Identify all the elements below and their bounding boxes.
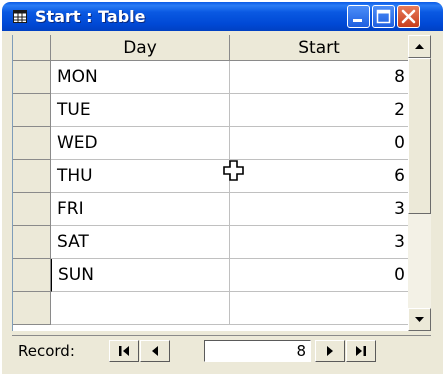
close-button[interactable] xyxy=(397,5,420,28)
maximize-button[interactable] xyxy=(372,5,395,28)
start-cell[interactable]: 0 xyxy=(230,127,408,160)
previous-record-button[interactable] xyxy=(140,340,170,362)
start-cell[interactable]: 2 xyxy=(230,94,408,127)
scroll-thumb[interactable] xyxy=(408,58,431,214)
row-selector[interactable] xyxy=(13,94,51,127)
table-row[interactable]: WED 0 xyxy=(13,127,408,160)
table-row[interactable]: SUN 0 xyxy=(13,259,408,292)
record-number-field[interactable]: 8 xyxy=(204,340,311,362)
start-cell[interactable] xyxy=(230,292,408,325)
table-row[interactable]: SAT 3 xyxy=(13,226,408,259)
arrow-down-icon xyxy=(415,317,424,322)
row-selector[interactable] xyxy=(13,226,51,259)
start-cell[interactable]: 3 xyxy=(230,226,408,259)
start-cell[interactable]: 6 xyxy=(230,160,408,193)
start-cell[interactable]: 3 xyxy=(230,193,408,226)
day-cell[interactable] xyxy=(51,292,230,325)
last-record-icon xyxy=(356,346,366,356)
crosshair-plus-icon xyxy=(223,160,244,181)
day-cell[interactable]: FRI xyxy=(51,193,230,226)
column-header-day[interactable]: Day xyxy=(51,35,230,61)
table-row[interactable]: FRI 3 xyxy=(13,193,408,226)
close-icon xyxy=(401,9,416,24)
row-selector[interactable] xyxy=(13,61,51,94)
day-cell[interactable]: WED xyxy=(51,127,230,160)
next-record-icon xyxy=(327,346,333,356)
table-window: Start : Table Day Start MON 8 TUE 2 WED … xyxy=(2,2,443,374)
minimize-button[interactable] xyxy=(347,5,370,28)
start-cell[interactable]: 8 xyxy=(230,61,408,94)
scroll-down-button[interactable] xyxy=(408,308,431,331)
minimize-icon xyxy=(353,19,362,22)
vertical-scrollbar[interactable] xyxy=(408,35,431,331)
day-cell[interactable]: MON xyxy=(51,61,230,94)
row-selector[interactable] xyxy=(13,127,51,160)
first-record-button[interactable] xyxy=(109,340,139,362)
record-navigation-bar: Record: 8 xyxy=(12,335,431,365)
table-icon xyxy=(13,10,27,23)
day-cell[interactable]: SAT xyxy=(51,226,230,259)
row-selector[interactable] xyxy=(13,193,51,226)
record-label: Record: xyxy=(18,342,75,360)
datasheet-grid[interactable]: Day Start MON 8 TUE 2 WED 0 THU 6 FRI 3 xyxy=(12,35,408,331)
maximize-icon xyxy=(376,9,391,24)
table-row[interactable]: TUE 2 xyxy=(13,94,408,127)
row-selector[interactable] xyxy=(13,160,51,193)
select-all-corner[interactable] xyxy=(13,35,51,61)
next-record-button[interactable] xyxy=(315,340,345,362)
first-record-icon xyxy=(119,346,129,356)
day-cell[interactable]: THU xyxy=(51,160,230,193)
previous-record-icon xyxy=(152,346,158,356)
window-title: Start : Table xyxy=(35,7,146,26)
last-record-button[interactable] xyxy=(346,340,376,362)
row-selector[interactable] xyxy=(13,292,51,325)
column-header-start[interactable]: Start xyxy=(230,35,408,61)
row-selector[interactable] xyxy=(13,259,51,292)
column-header-row: Day Start xyxy=(13,35,408,61)
title-bar[interactable]: Start : Table xyxy=(2,2,443,31)
day-cell[interactable]: TUE xyxy=(51,94,230,127)
table-row-new[interactable] xyxy=(13,292,408,325)
table-row[interactable]: MON 8 xyxy=(13,61,408,94)
table-row[interactable]: THU 6 xyxy=(13,160,408,193)
arrow-up-icon xyxy=(415,44,424,49)
day-cell[interactable]: SUN xyxy=(51,259,230,292)
start-cell[interactable]: 0 xyxy=(230,259,408,292)
scroll-up-button[interactable] xyxy=(408,35,431,58)
